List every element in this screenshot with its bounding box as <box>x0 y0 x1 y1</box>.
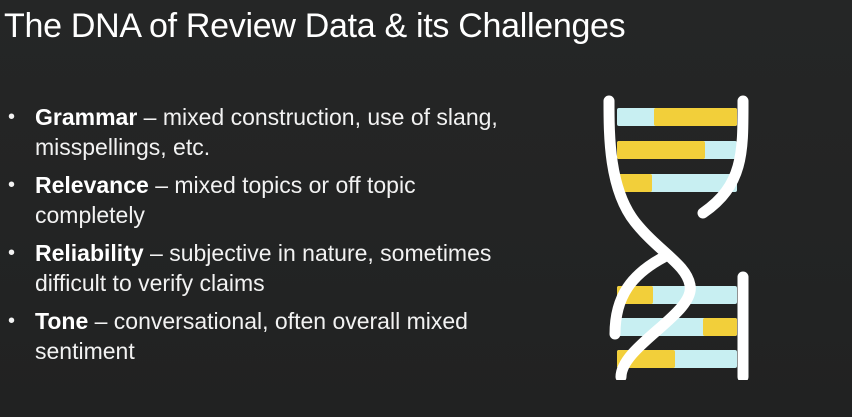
base-pair-1 <box>617 108 737 126</box>
grammar-bullet: • Grammar – mixed construction, use of s… <box>4 102 524 162</box>
bullet-term: Reliability <box>35 240 144 266</box>
dna-base-pairs <box>617 108 737 368</box>
base-pair-2 <box>617 141 737 159</box>
bullet-dot: • <box>8 174 16 196</box>
tone-bullet: • Tone – conversational, often overall m… <box>4 306 524 366</box>
presentation-slide: The DNA of Review Data & its Challenges … <box>0 0 852 417</box>
dna-helix-icon <box>603 95 749 380</box>
bullet-text: – conversational, often overall mixed se… <box>35 308 468 364</box>
challenge-list: • Grammar – mixed construction, use of s… <box>4 102 524 374</box>
bullet-term: Relevance <box>35 172 149 198</box>
bullet-dot: • <box>8 106 16 128</box>
bullet-dot: • <box>8 310 16 332</box>
bullet-term: Grammar <box>35 104 138 130</box>
base-pair-5 <box>617 318 737 336</box>
bullet-term: Tone <box>35 308 89 334</box>
slide-title: The DNA of Review Data & its Challenges <box>4 7 626 45</box>
base-pair-4 <box>617 286 737 304</box>
base-pair-3 <box>617 174 737 192</box>
bullet-dot: • <box>8 242 16 264</box>
relevance-bullet: • Relevance – mixed topics or off topic … <box>4 170 524 230</box>
reliability-bullet: • Reliability – subjective in nature, so… <box>4 238 524 298</box>
